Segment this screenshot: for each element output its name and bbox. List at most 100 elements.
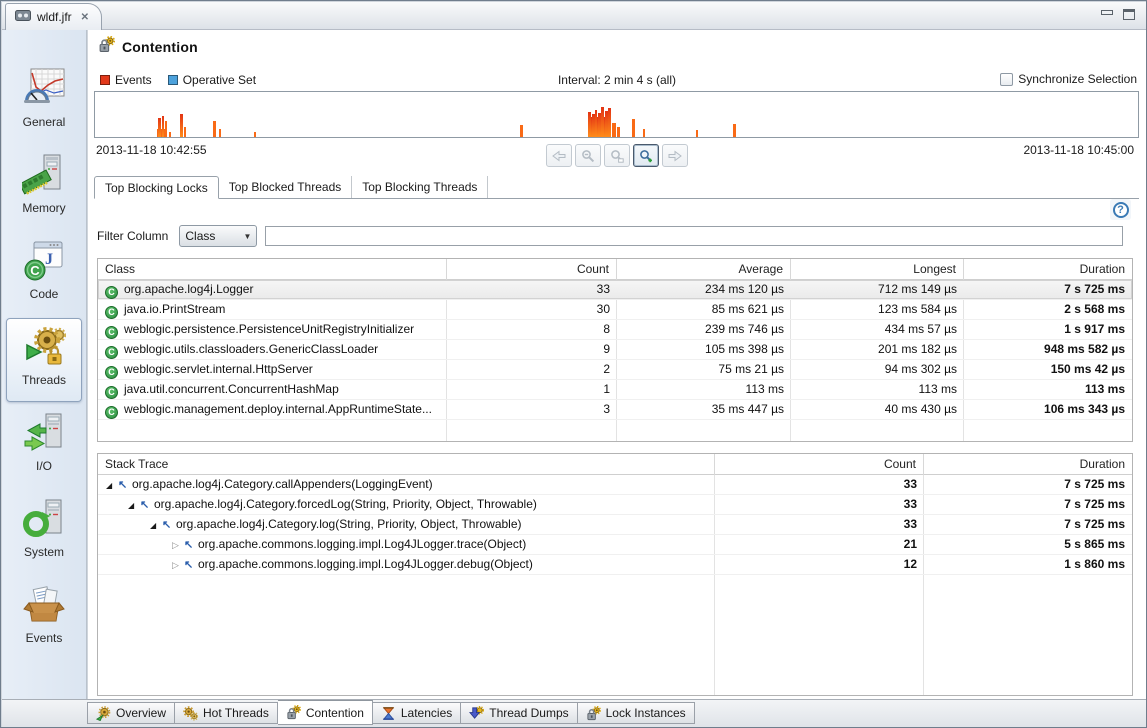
- tab-hot-threads[interactable]: Hot Threads: [175, 702, 278, 724]
- event-bar: [632, 119, 635, 137]
- zoom-out-button[interactable]: [575, 144, 601, 167]
- svg-text:J: J: [45, 251, 53, 268]
- event-bar: [184, 127, 186, 137]
- close-tab-icon[interactable]: ✕: [81, 12, 89, 23]
- column-header-duration[interactable]: Duration: [964, 259, 1132, 280]
- average-cell: 105 ms 398 µs: [617, 340, 791, 359]
- column-header-count[interactable]: Count: [715, 454, 924, 475]
- event-bar: [601, 107, 604, 137]
- event-bar: [617, 127, 620, 137]
- filter-input[interactable]: [265, 226, 1123, 246]
- stack-table-header: Stack Trace Count Duration: [98, 454, 1132, 475]
- table-row[interactable]: Cweblogic.servlet.internal.HttpServer275…: [98, 360, 1132, 380]
- synchronize-selection-checkbox[interactable]: [1000, 73, 1013, 86]
- tree-expand-icon[interactable]: ▷: [172, 556, 184, 574]
- average-cell: 113 ms: [617, 380, 791, 399]
- thread-dumps-icon: [469, 706, 484, 721]
- column-header-longest[interactable]: Longest: [791, 259, 964, 280]
- tree-collapse-icon[interactable]: ◢: [128, 496, 140, 514]
- filter-column-dropdown[interactable]: Class ▼: [179, 225, 257, 247]
- event-bar: [733, 124, 736, 137]
- maximize-icon[interactable]: [1123, 9, 1135, 20]
- sidebar-item-events[interactable]: Events: [6, 576, 82, 660]
- io-icon: [21, 410, 67, 456]
- event-bar: [162, 116, 164, 137]
- column-header-count[interactable]: Count: [447, 259, 617, 280]
- duration-cell: 5 s 865 ms: [924, 535, 1132, 554]
- count-cell: 33: [447, 280, 617, 299]
- table-row[interactable]: Cweblogic.management.deploy.internal.App…: [98, 400, 1132, 420]
- stack-frame-icon: ↖: [118, 476, 132, 494]
- bottom-tab-bar: Overview Hot Threads Contention Latencie…: [2, 699, 1147, 728]
- count-cell: 9: [447, 340, 617, 359]
- overview-icon: [96, 706, 111, 721]
- zoom-in-button[interactable]: [633, 144, 659, 167]
- tab-top-blocked-threads[interactable]: Top Blocked Threads: [219, 176, 353, 198]
- tab-contention[interactable]: Contention: [278, 700, 373, 725]
- sidebar-item-io[interactable]: I/O: [6, 404, 82, 488]
- table-row[interactable]: Cweblogic.utils.classloaders.GenericClas…: [98, 340, 1132, 360]
- column-header-average[interactable]: Average: [617, 259, 791, 280]
- column-header-stack-trace[interactable]: Stack Trace: [98, 454, 715, 475]
- stack-trace-table: Stack Trace Count Duration ◢↖org.apache.…: [97, 453, 1133, 696]
- tab-top-blocking-locks[interactable]: Top Blocking Locks: [94, 176, 219, 199]
- count-cell: 33: [715, 495, 924, 514]
- nav-forward-button[interactable]: [662, 144, 688, 167]
- stack-trace-row[interactable]: ▷↖org.apache.commons.logging.impl.Log4JL…: [98, 555, 1132, 575]
- jfr-file-icon: [15, 8, 31, 26]
- event-bar: [254, 132, 256, 137]
- stack-frame-text: org.apache.log4j.Category.log(String, Pr…: [176, 517, 522, 531]
- longest-cell: 712 ms 149 µs: [791, 280, 964, 299]
- minimize-icon[interactable]: [1101, 10, 1113, 15]
- table-row[interactable]: Cjava.util.concurrent.ConcurrentHashMap1…: [98, 380, 1132, 400]
- tab-thread-dumps[interactable]: Thread Dumps: [461, 702, 577, 724]
- sidebar-item-label: Memory: [22, 201, 65, 215]
- tab-latencies[interactable]: Latencies: [373, 702, 461, 724]
- table-row[interactable]: Cweblogic.persistence.PersistenceUnitReg…: [98, 320, 1132, 340]
- event-bar: [608, 108, 611, 137]
- svg-text:C: C: [30, 263, 40, 278]
- duration-cell: 1 s 917 ms: [964, 320, 1132, 339]
- tab-top-blocking-threads[interactable]: Top Blocking Threads: [352, 176, 488, 198]
- stack-trace-row[interactable]: ◢↖org.apache.log4j.Category.callAppender…: [98, 475, 1132, 495]
- sidebar-item-label: System: [24, 545, 64, 559]
- longest-cell: 40 ms 430 µs: [791, 400, 964, 419]
- tab-overview[interactable]: Overview: [87, 702, 175, 724]
- sidebar-item-system[interactable]: System: [6, 490, 82, 574]
- event-bar: [612, 123, 616, 137]
- count-cell: 12: [715, 555, 924, 574]
- average-cell: 35 ms 447 µs: [617, 400, 791, 419]
- editor-tab-label: wldf.jfr: [37, 10, 72, 24]
- tree-expand-icon[interactable]: ▷: [172, 536, 184, 554]
- class-icon: C: [105, 386, 118, 399]
- sidebar-item-code[interactable]: J C Code: [6, 232, 82, 316]
- editor-tab-wldf[interactable]: wldf.jfr ✕: [5, 3, 102, 30]
- event-bar: [696, 130, 698, 137]
- sidebar-item-label: Threads: [22, 373, 66, 387]
- column-header-class[interactable]: Class: [98, 259, 447, 280]
- column-header-duration[interactable]: Duration: [924, 454, 1132, 475]
- stack-trace-row[interactable]: ▷↖org.apache.commons.logging.impl.Log4JL…: [98, 535, 1132, 555]
- table-row[interactable]: Cjava.io.PrintStream3085 ms 621 µs123 ms…: [98, 300, 1132, 320]
- count-cell: 21: [715, 535, 924, 554]
- zoom-selection-button[interactable]: [604, 144, 630, 167]
- tab-lock-instances[interactable]: Lock Instances: [578, 702, 695, 724]
- stack-frame-text: org.apache.commons.logging.impl.Log4JLog…: [198, 537, 526, 551]
- sidebar-item-general[interactable]: General: [6, 60, 82, 144]
- threads-icon: [21, 324, 67, 370]
- filter-row: Filter Column Class ▼: [97, 224, 1123, 248]
- table-row[interactable]: Corg.apache.log4j.Logger33234 ms 120 µs7…: [98, 280, 1132, 300]
- timeline-chart[interactable]: [94, 91, 1139, 138]
- sidebar-item-label: Code: [30, 287, 59, 301]
- longest-cell: 113 ms: [791, 380, 964, 399]
- sidebar-item-threads[interactable]: Threads: [6, 318, 82, 402]
- tree-collapse-icon[interactable]: ◢: [150, 516, 162, 534]
- class-icon: C: [105, 346, 118, 359]
- tree-collapse-icon[interactable]: ◢: [106, 476, 118, 494]
- help-button[interactable]: ?: [1110, 199, 1131, 220]
- nav-back-button[interactable]: [546, 144, 572, 167]
- sidebar-item-memory[interactable]: Memory: [6, 146, 82, 230]
- stack-trace-row[interactable]: ◢↖org.apache.log4j.Category.log(String, …: [98, 515, 1132, 535]
- stack-trace-row[interactable]: ◢↖org.apache.log4j.Category.forcedLog(St…: [98, 495, 1132, 515]
- class-name: org.apache.log4j.Logger: [124, 282, 253, 296]
